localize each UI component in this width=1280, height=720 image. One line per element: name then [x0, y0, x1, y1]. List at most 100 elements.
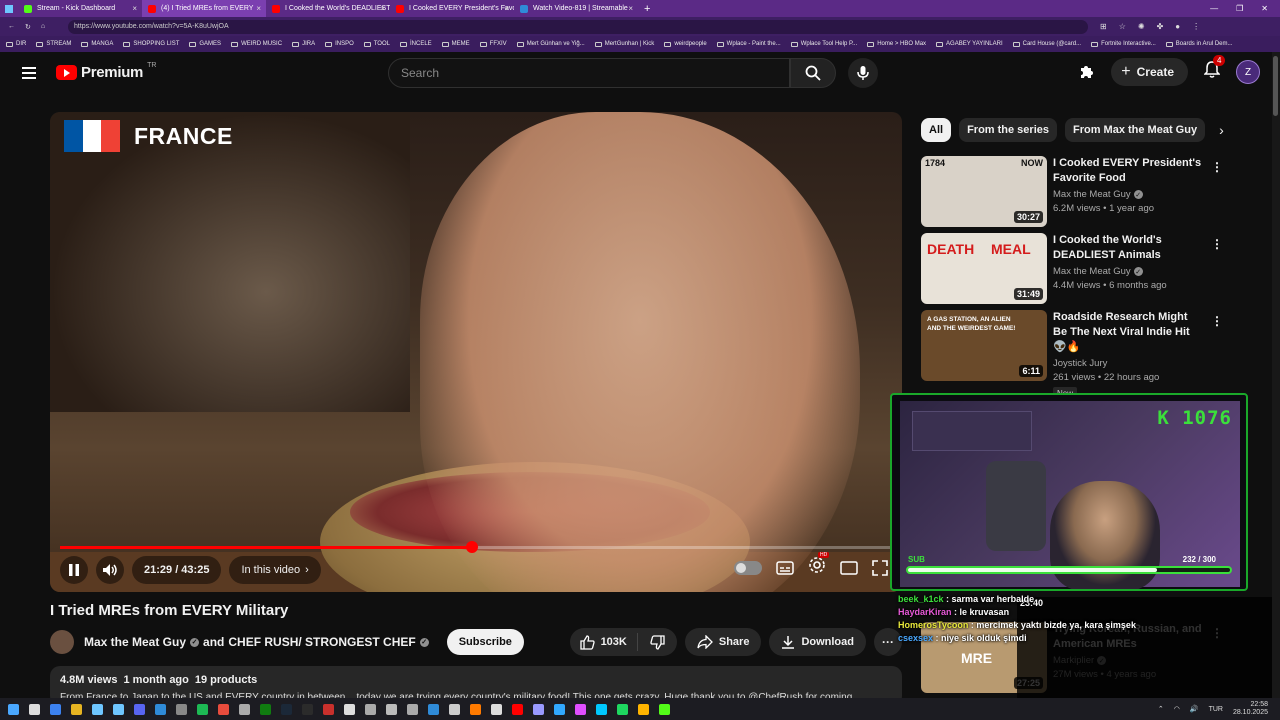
taskbar-app-icon[interactable] — [134, 703, 145, 715]
browser-tab[interactable]: Watch Video-819 | Streamable × — [514, 0, 638, 17]
taskbar-app-icon[interactable] — [596, 703, 607, 715]
taskbar-app-icon[interactable] — [29, 703, 40, 715]
windows-start-icon[interactable] — [0, 0, 18, 17]
wifi-icon[interactable]: ◠ — [1174, 705, 1180, 713]
more-options-icon[interactable]: ⋮ — [1211, 314, 1223, 328]
bookmark-item[interactable]: AGABEY YAYINLARI — [936, 41, 1003, 47]
dislike-button[interactable] — [638, 634, 677, 650]
recommendation-thumbnail[interactable]: A GAS STATION, AN ALIEN AND THE WEIRDEST … — [921, 310, 1047, 381]
theater-mode-icon[interactable] — [840, 560, 858, 575]
autoplay-toggle[interactable] — [734, 560, 762, 575]
extension-icon[interactable]: ✺ — [1138, 22, 1145, 31]
bookmark-item[interactable]: MertGunhan | Kick — [594, 41, 654, 47]
taskbar-app-icon[interactable] — [659, 703, 670, 715]
search-input[interactable]: Search — [388, 58, 790, 88]
taskbar-app-icon[interactable] — [617, 703, 628, 715]
url-field[interactable]: https://www.youtube.com/watch?v=5A-K8uUw… — [68, 19, 1088, 34]
volume-button[interactable] — [96, 556, 124, 584]
bookmark-item[interactable]: İNCELE — [399, 41, 432, 47]
progress-bar[interactable] — [60, 541, 892, 553]
browser-tab[interactable]: Stream - Kick Dashboard × — [18, 0, 142, 17]
language-indicator[interactable]: TUR — [1209, 706, 1223, 713]
tab-close-icon[interactable]: × — [628, 4, 633, 13]
chevron-right-icon[interactable]: › — [1219, 122, 1224, 138]
like-button[interactable]: 103K — [570, 633, 638, 651]
bookmark-item[interactable]: JIRA — [292, 41, 315, 47]
taskbar-app-icon[interactable] — [50, 703, 61, 715]
more-options-icon[interactable]: ⋮ — [1211, 237, 1223, 251]
recommendation-thumbnail[interactable]: DEATH MEAL 31:49 — [921, 233, 1047, 304]
bookmark-item[interactable]: TOOL — [363, 41, 390, 47]
extensions-icon[interactable]: ⊞ — [1100, 22, 1107, 31]
scrollbar-thumb[interactable] — [1273, 56, 1278, 116]
account-avatar[interactable]: Z — [1236, 60, 1260, 84]
recommendation-title[interactable]: Roadside Research Might Be The Next Vira… — [1053, 310, 1203, 355]
taskbar-app-icon[interactable] — [218, 703, 229, 715]
taskbar-app-icon[interactable] — [281, 703, 292, 715]
hamburger-menu-icon[interactable] — [22, 67, 36, 82]
recommendation-item[interactable]: DEATH MEAL 31:49 I Cooked the World's DEADL… — [921, 233, 1231, 304]
recommendation-thumbnail[interactable]: 1784 NOW 30:27 — [921, 156, 1047, 227]
taskbar-app-icon[interactable] — [386, 703, 397, 715]
speaker-icon[interactable]: 🔊 — [1190, 705, 1199, 713]
bookmark-item[interactable]: Fortnite Interactive... — [1091, 41, 1156, 47]
taskbar-app-icon[interactable] — [407, 703, 418, 715]
bookmark-item[interactable]: WEIRD MUSIC — [231, 41, 282, 47]
share-button[interactable]: Share — [684, 628, 762, 656]
browser-tab[interactable]: (4) I Tried MREs from EVERY × — [142, 0, 266, 17]
tab-close-icon[interactable]: × — [504, 4, 509, 13]
subscribe-button[interactable]: Subscribe — [446, 629, 524, 655]
puzzle-piece-icon[interactable] — [1077, 63, 1095, 81]
bookmark-item[interactable]: Wplace Tool Help P... — [790, 41, 857, 47]
bookmark-item[interactable]: SHOPPING LIST — [123, 41, 179, 47]
taskbar-app-icon[interactable] — [554, 703, 565, 715]
close-window-icon[interactable]: ✕ — [1261, 4, 1268, 13]
bookmark-item[interactable]: STREAM — [36, 41, 71, 47]
settings-button[interactable]: HD — [808, 552, 830, 579]
taskbar-app-icon[interactable] — [365, 703, 376, 715]
bookmark-item[interactable]: Mert Günhan ve Yiğ... — [516, 41, 585, 47]
taskbar-app-icon[interactable] — [533, 703, 544, 715]
voice-search-button[interactable] — [848, 58, 878, 88]
tab-close-icon[interactable]: × — [256, 4, 261, 13]
recommendation-channel[interactable]: Max the Meat Guy ✓ — [1053, 266, 1203, 277]
taskbar-app-icon[interactable] — [92, 703, 103, 715]
minimize-icon[interactable]: — — [1210, 4, 1218, 13]
pause-button[interactable] — [60, 556, 88, 584]
taskbar-app-icon[interactable] — [512, 703, 523, 715]
recommendation-title[interactable]: I Cooked the World's DEADLIEST Animals — [1053, 233, 1203, 263]
bookmark-item[interactable]: Home > HBO Max — [867, 41, 926, 47]
filter-chip[interactable]: All — [921, 118, 952, 142]
youtube-premium-logo[interactable]: Premium TR — [56, 62, 156, 81]
taskbar-app-icon[interactable] — [155, 703, 166, 715]
progress-scrubber-handle[interactable] — [465, 541, 478, 553]
taskbar-app-icon[interactable] — [638, 703, 649, 715]
bookmark-item[interactable]: MANGA — [81, 41, 113, 47]
taskbar-app-icon[interactable] — [176, 703, 187, 715]
chevron-up-icon[interactable]: ⌃ — [1158, 705, 1164, 713]
home-icon[interactable]: ⌂ — [41, 23, 45, 31]
search-button[interactable] — [790, 58, 836, 88]
recommendation-channel[interactable]: Max the Meat Guy ✓ — [1053, 189, 1203, 200]
maximize-icon[interactable]: ❐ — [1236, 4, 1243, 13]
star-icon[interactable]: ☆ — [1119, 22, 1126, 31]
tab-close-icon[interactable]: × — [380, 4, 385, 13]
taskbar-app-icon[interactable] — [575, 703, 586, 715]
taskbar-app-icon[interactable] — [491, 703, 502, 715]
filter-chip[interactable]: From the series — [959, 118, 1057, 142]
bookmark-item[interactable]: Card House (@card... — [1012, 41, 1081, 47]
bookmark-item[interactable]: Wplace - Paint the... — [716, 41, 781, 47]
bookmark-item[interactable]: DIR — [6, 41, 26, 47]
bookmark-item[interactable]: INSPO — [325, 41, 354, 47]
browser-tab[interactable]: I Cooked EVERY President's Favo × — [390, 0, 514, 17]
tab-close-icon[interactable]: × — [132, 4, 137, 13]
create-button[interactable]: + Create — [1111, 58, 1188, 86]
page-scrollbar[interactable] — [1272, 52, 1280, 698]
collab-channel-link[interactable]: CHEF RUSH/ STRONGEST CHEF — [228, 635, 415, 649]
taskbar-app-icon[interactable] — [302, 703, 313, 715]
bookmark-item[interactable]: Boards in Arul Dem... — [1165, 41, 1233, 47]
menu-dots-icon[interactable]: ⋮ — [1192, 22, 1200, 31]
taskbar-app-icon[interactable] — [344, 703, 355, 715]
taskbar-app-icon[interactable] — [113, 703, 124, 715]
taskbar-app-icon[interactable] — [323, 703, 334, 715]
